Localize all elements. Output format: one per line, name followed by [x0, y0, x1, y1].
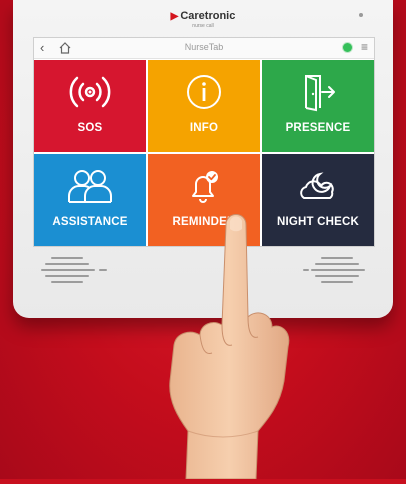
bell-check-icon: [148, 164, 260, 208]
moon-cloud-icon: [262, 164, 374, 208]
sos-tile[interactable]: SOS: [34, 60, 146, 152]
caretronic-logo-icon: ▶: [170, 11, 179, 22]
info-icon: [148, 70, 260, 114]
hamburger-icon[interactable]: ≡: [361, 40, 368, 54]
assistance-label: ASSISTANCE: [52, 216, 128, 228]
pointing-hand: [160, 205, 300, 480]
two-people-icon: [34, 164, 146, 208]
camera-lens: [359, 13, 363, 17]
app-topbar: ‹ NurseTab ≡: [34, 38, 374, 59]
sos-label: SOS: [77, 122, 103, 134]
info-tile[interactable]: INFO: [148, 60, 260, 152]
brand-logo: ▶ Caretronic nurse call: [13, 10, 393, 29]
brand-subtitle: nurse call: [192, 23, 214, 29]
status-indicator: [343, 43, 352, 52]
speaker-grille-right: [303, 255, 365, 285]
presence-tile[interactable]: PRESENCE: [262, 60, 374, 152]
info-label: INFO: [189, 122, 219, 134]
speaker-grille-left: [41, 255, 107, 285]
alarm-signal-icon: [34, 70, 146, 114]
presence-label: PRESENCE: [285, 122, 351, 134]
app-title: NurseTab: [184, 42, 224, 52]
brand-name: Caretronic: [180, 10, 236, 22]
assistance-tile[interactable]: ASSISTANCE: [34, 154, 146, 246]
door-exit-icon: [262, 70, 374, 114]
